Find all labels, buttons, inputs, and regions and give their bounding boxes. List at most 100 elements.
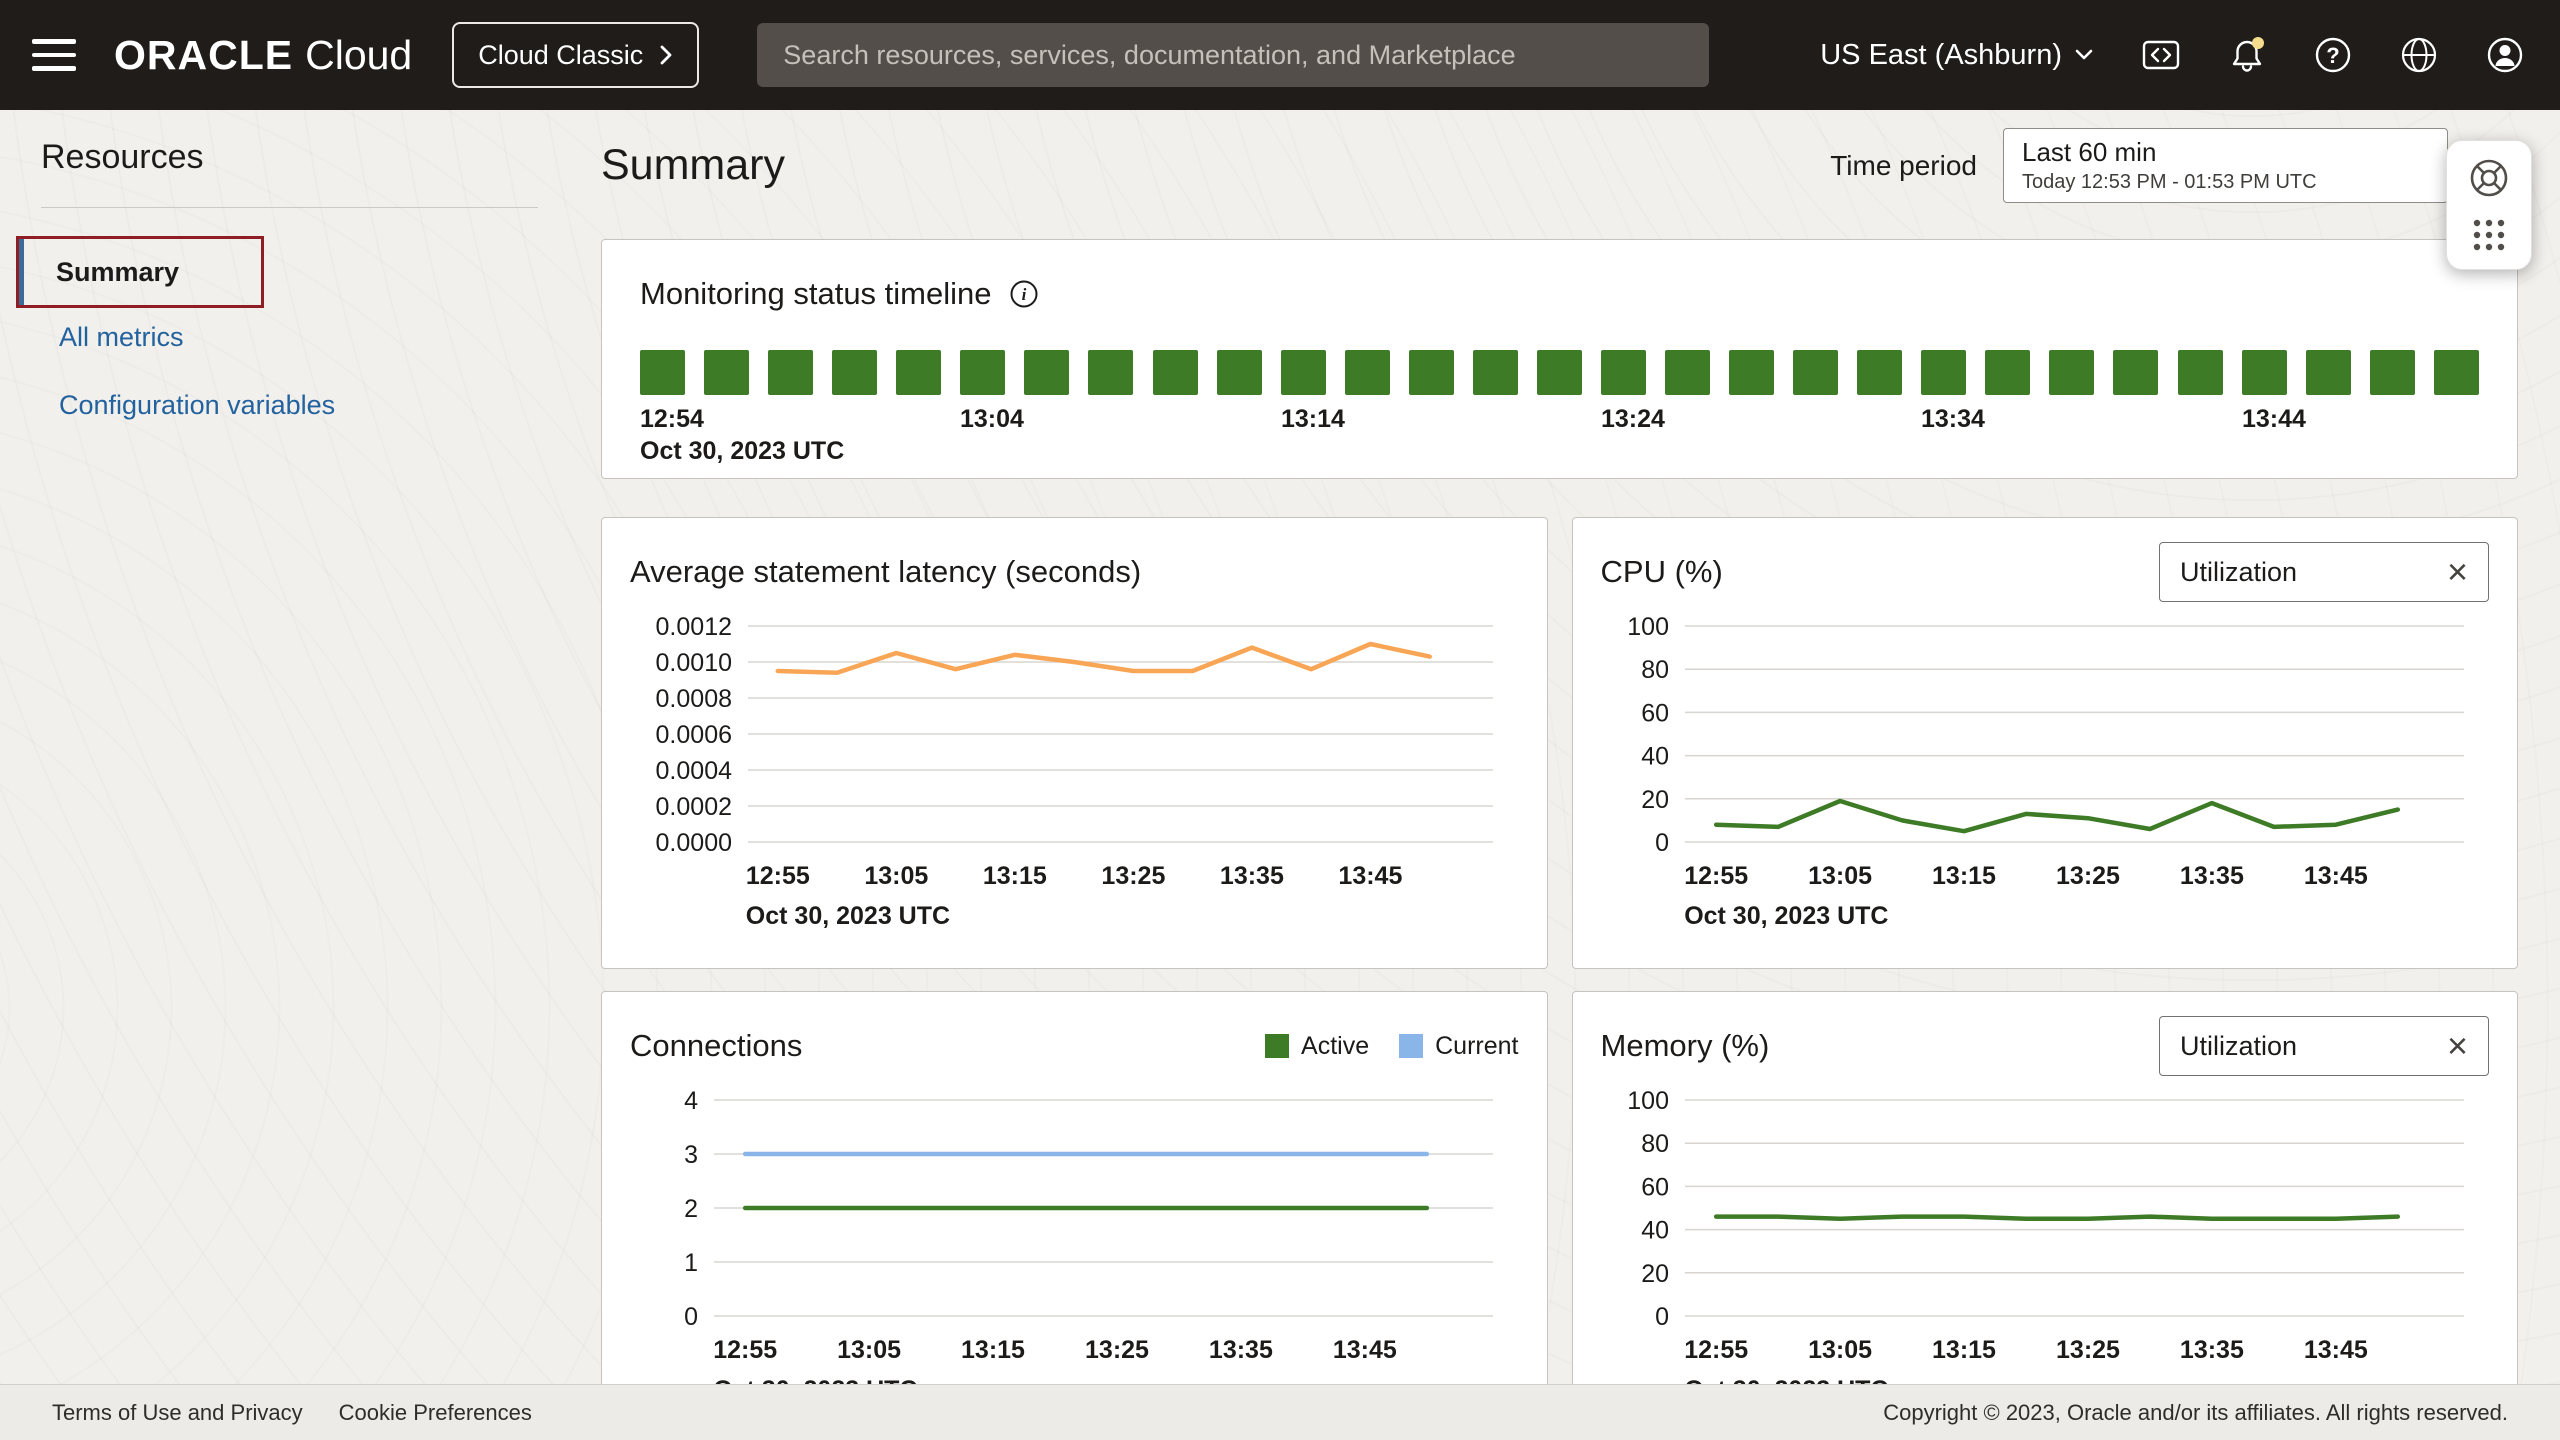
svg-text:4: 4 [684,1087,698,1115]
cloud-classic-button[interactable]: Cloud Classic [452,22,699,88]
oracle-cloud-logo[interactable]: ORACLE Cloud [114,32,412,79]
status-square [2113,350,2158,395]
timeline-tick-label: 13:44 [2242,405,2306,434]
svg-text:60: 60 [1641,699,1669,727]
svg-text:13:35: 13:35 [1209,1336,1273,1364]
status-square [1921,350,1966,395]
svg-text:0.0012: 0.0012 [656,613,732,641]
footer: Terms of Use and Privacy Cookie Preferen… [0,1384,2560,1440]
cpu-filter-label: Utilization [2180,557,2297,588]
sidebar-item-summary[interactable]: Summary [16,236,264,308]
svg-text:0.0010: 0.0010 [656,649,732,677]
svg-text:0.0002: 0.0002 [656,793,732,821]
svg-text:13:45: 13:45 [1333,1336,1397,1364]
svg-text:13:35: 13:35 [2179,1336,2243,1364]
timeline-date: Oct 30, 2023 UTC [640,437,2479,466]
svg-text:20: 20 [1641,1260,1669,1288]
timeline-card-header: Monitoring status timeline i [640,262,2479,326]
resources-sidebar: Resources Summary All metrics Configurat… [0,110,601,1440]
remove-filter-icon[interactable]: × [2447,554,2468,590]
content-area: Resources Summary All metrics Configurat… [0,110,2560,1440]
svg-text:80: 80 [1641,1130,1669,1158]
svg-text:13:15: 13:15 [961,1336,1025,1364]
svg-text:13:45: 13:45 [2303,1336,2367,1364]
status-square [1024,350,1069,395]
svg-text:13:45: 13:45 [1338,862,1402,890]
status-square [1153,350,1198,395]
svg-text:40: 40 [1641,743,1669,771]
svg-text:0: 0 [684,1303,698,1331]
svg-text:13:05: 13:05 [1808,862,1872,890]
svg-text:100: 100 [1627,613,1669,641]
svg-text:0: 0 [1655,829,1669,857]
cookie-preferences-link[interactable]: Cookie Preferences [339,1400,532,1426]
connections-chart: 0123412:5513:0513:1513:2513:3513:45Oct 3… [630,1082,1519,1412]
svg-text:13:45: 13:45 [2303,862,2367,890]
svg-text:13:05: 13:05 [837,1336,901,1364]
svg-text:1: 1 [684,1249,698,1277]
latency-card-title: Average statement latency (seconds) [630,554,1141,590]
svg-text:20: 20 [1641,786,1669,814]
floating-widget[interactable] [2446,140,2532,270]
svg-text:13:25: 13:25 [1101,862,1165,890]
assistance-ring-icon[interactable] [2466,155,2512,201]
timeline-body: 12:5413:0413:1413:2413:3413:44 Oct 30, 2… [640,350,2479,466]
memory-metric-filter[interactable]: Utilization × [2159,1016,2489,1076]
time-period-detail: Today 12:53 PM - 01:53 PM UTC [2022,171,2429,194]
legend-swatch-active [1265,1034,1289,1058]
monitoring-status-card: Monitoring status timeline i 12:54 13:04 1… [601,239,2518,479]
timeline-title: Monitoring status timeline [640,276,992,312]
status-squares [640,350,2479,395]
status-square [2306,350,2351,395]
page-header: Summary Time period Last 60 min Today 12… [601,128,2518,203]
cpu-chart: 02040608010012:5513:0513:1513:2513:3513:… [1601,608,2490,938]
user-avatar-icon[interactable] [2480,30,2530,80]
svg-text:2: 2 [684,1195,698,1223]
svg-text:40: 40 [1641,1217,1669,1245]
info-icon[interactable]: i [1008,278,1040,310]
svg-text:80: 80 [1641,656,1669,684]
charts-row-2: Connections Active Current 0123412:5513:… [601,991,2518,1440]
latency-chart: 0.00000.00020.00040.00060.00080.00100.00… [630,608,1519,938]
help-icon[interactable]: ? [2308,30,2358,80]
cpu-metric-filter[interactable]: Utilization × [2159,542,2489,602]
chevron-down-icon [2074,48,2094,62]
svg-text:13:35: 13:35 [2179,862,2243,890]
legend-item-current: Current [1399,1032,1518,1061]
developer-tools-icon[interactable] [2136,30,2186,80]
svg-text:12:55: 12:55 [746,862,810,890]
hamburger-menu-icon[interactable] [28,29,80,81]
remove-filter-icon[interactable]: × [2447,1028,2468,1064]
brand-oracle: ORACLE [114,32,293,79]
status-square [1857,350,1902,395]
time-period-select[interactable]: Last 60 min Today 12:53 PM - 01:53 PM UT… [2003,128,2448,203]
status-square [2434,350,2479,395]
svg-text:0.0004: 0.0004 [656,757,733,785]
app-grid-icon[interactable] [2469,215,2509,255]
notifications-bell-icon[interactable] [2222,30,2272,80]
region-selector[interactable]: US East (Ashburn) [1814,38,2100,73]
sidebar-title: Resources [41,138,601,177]
timeline-tick-label: 12:54 [640,405,704,434]
terms-privacy-link[interactable]: Terms of Use and Privacy [52,1400,303,1426]
svg-text:100: 100 [1627,1087,1669,1115]
status-square [1217,350,1262,395]
timeline-tick-label: 13:04 [960,405,1024,434]
chevron-right-icon [659,44,673,66]
status-square [704,350,749,395]
language-globe-icon[interactable] [2394,30,2444,80]
search-input[interactable] [757,23,1709,87]
timeline-tick-label: 13:34 [1921,405,1985,434]
legend-item-active: Active [1265,1032,1369,1061]
legend-label-current: Current [1435,1032,1518,1061]
svg-text:?: ? [2326,43,2339,68]
sidebar-item-all-metrics[interactable]: All metrics [16,320,601,354]
topbar: ORACLE Cloud Cloud Classic US East (Ashb… [0,0,2560,110]
charts-row-1: Average statement latency (seconds) 0.00… [601,517,2518,969]
svg-text:3: 3 [684,1141,698,1169]
page-title: Summary [601,140,785,192]
sidebar-item-configuration-variables[interactable]: Configuration variables [16,388,601,422]
memory-filter-label: Utilization [2180,1031,2297,1062]
latency-card: Average statement latency (seconds) 0.00… [601,517,1548,969]
legend-swatch-current [1399,1034,1423,1058]
